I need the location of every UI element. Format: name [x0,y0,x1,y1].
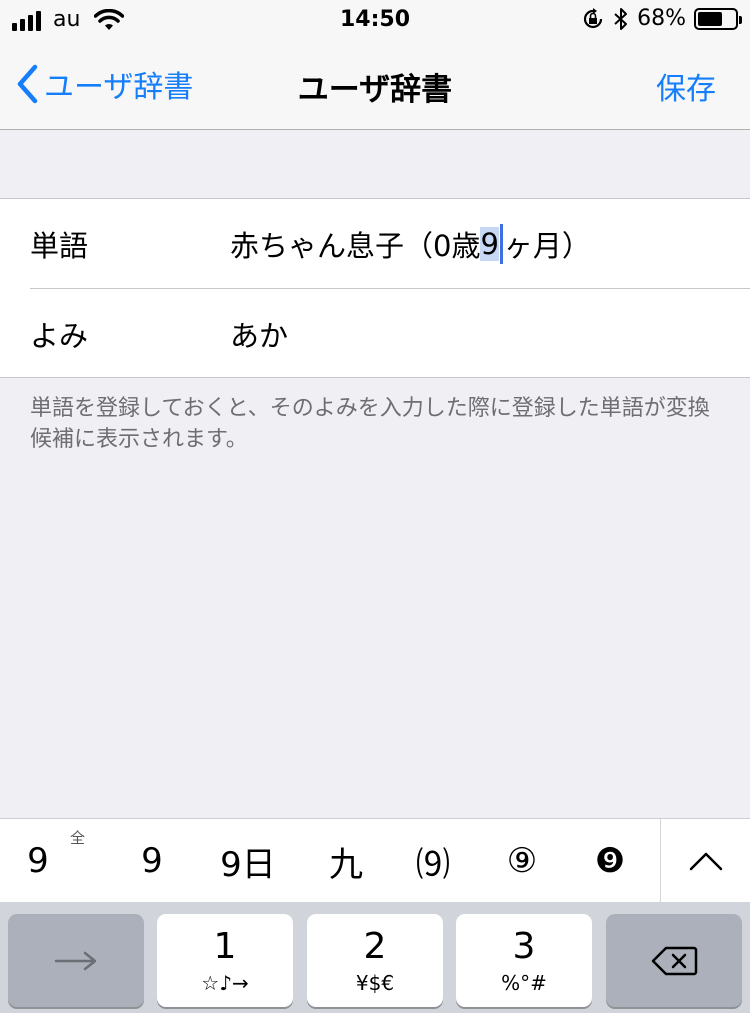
key-3[interactable]: 3 %°# [456,914,592,1007]
word-value-after: ヶ月） [503,228,591,263]
candidate-fullwidth-marker: 全 [70,829,86,847]
candidate-item[interactable]: ⑨ [484,819,560,903]
candidate-item[interactable]: 9日 [205,819,291,903]
key-1[interactable]: 1 ☆♪→ [157,914,293,1007]
word-label: 単語 [30,228,89,263]
status-bar: au 14:50 68% [0,0,750,42]
expand-candidates-button[interactable] [661,819,750,903]
bluetooth-icon [614,7,628,30]
battery-percent: 68% [637,6,686,31]
dictionary-entry-form: 単語 赤ちゃん息子（0歳 9 ヶ月） よみ あか [0,198,750,378]
reading-row: よみ あか [0,289,750,378]
key-3-sub: %°# [501,970,547,995]
battery-fill [698,11,723,26]
keyboard: 1 ☆♪→ 2 ¥$€ 3 %°# [0,902,750,1013]
key-1-main: 1 [213,925,237,967]
reading-field[interactable]: あか [230,313,288,355]
battery-icon [694,7,742,30]
delete-backspace-icon [651,946,698,975]
word-field[interactable]: 赤ちゃん息子（0歳 9 ヶ月） [230,223,591,265]
candidate-item[interactable]: ⑼ [395,819,471,903]
next-key[interactable] [8,914,144,1007]
word-selected-text: 9 [480,226,499,261]
word-row: 単語 赤ちゃん息子（0歳 9 ヶ月） [0,199,750,288]
reading-label: よみ [30,318,89,353]
page-title: ユーザ辞書 [297,72,453,108]
orientation-lock-icon [584,7,603,28]
reading-value: あか [230,318,289,353]
candidate-item[interactable]: 九 [308,819,384,903]
key-3-main: 3 [512,925,536,967]
navigation-bar: ユーザ辞書 ユーザ辞書 保存 [0,42,750,130]
candidate-item[interactable]: 9 [114,819,190,903]
candidate-bar: 9 全 9 9日 九 ⑼ ⑨ ❾ [0,818,750,903]
text-cursor [499,223,503,264]
status-right: 68% [581,6,742,31]
key-2[interactable]: 2 ¥$€ [307,914,443,1007]
word-value-before: 赤ちゃん息子（0歳 [230,228,481,263]
delete-key[interactable] [606,914,742,1007]
key-1-sub: ☆♪→ [201,970,249,995]
save-button[interactable]: 保存 [656,64,716,108]
key-2-main: 2 [363,925,387,967]
help-text: 単語を登録しておくと、そのよみを入力した際に登録した単語が変換候補に表示されます… [30,396,710,452]
arrow-right-icon [54,951,97,970]
candidate-item[interactable]: 9 [0,819,76,903]
key-2-sub: ¥$€ [355,970,395,995]
chevron-up-icon [689,852,722,871]
candidate-item[interactable]: ❾ [572,819,648,903]
